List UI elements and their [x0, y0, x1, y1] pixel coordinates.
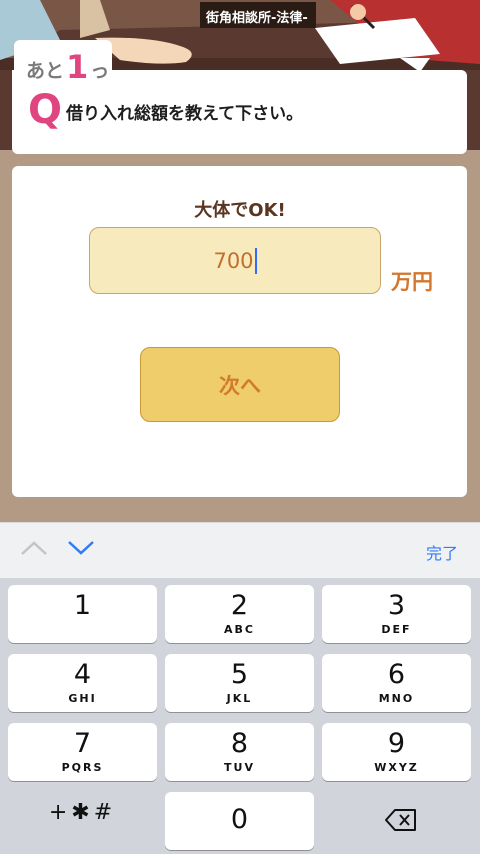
key-3[interactable]: 3 DEF	[322, 585, 471, 643]
done-button[interactable]: 完了	[426, 540, 458, 564]
next-button[interactable]: 次へ	[140, 347, 340, 422]
key-8[interactable]: 8 TUV	[165, 723, 314, 781]
name-plate: 街角相談所-法律-	[206, 11, 308, 26]
key-digit: 7	[73, 728, 92, 759]
chevron-down-icon[interactable]	[67, 538, 95, 558]
key-digit: 0	[230, 804, 249, 835]
key-letters: PQRS	[61, 761, 104, 774]
key-1[interactable]: 1	[8, 585, 157, 643]
remaining-suffix: っ	[90, 60, 110, 82]
key-letters: ABC	[224, 623, 255, 636]
answer-hint: 大体でOK!	[194, 200, 286, 221]
key-digit: 9	[387, 728, 406, 759]
key-digit: 2	[230, 590, 249, 621]
question-text: 借り入れ総額を教えて下さい。	[66, 104, 304, 124]
amount-input[interactable]: 700	[89, 227, 381, 294]
key-digit: 8	[230, 728, 249, 759]
key-9[interactable]: 9 WXYZ	[322, 723, 471, 781]
key-letters: DEF	[381, 623, 412, 636]
q-mark: Q	[28, 87, 63, 133]
key-7[interactable]: 7 PQRS	[8, 723, 157, 781]
key-letters: TUV	[224, 761, 255, 774]
symbols-key[interactable]: +✱#	[8, 800, 157, 825]
key-letters: JKL	[226, 692, 253, 705]
remaining-prefix: あと	[26, 60, 65, 82]
remaining-number: 1	[66, 48, 89, 86]
key-digit: 1	[73, 590, 92, 621]
key-6[interactable]: 6 MNO	[322, 654, 471, 712]
key-digit: 4	[73, 659, 92, 690]
amount-unit: 万円	[391, 270, 433, 294]
key-digit: 5	[230, 659, 249, 690]
text-caret	[254, 247, 257, 274]
key-2[interactable]: 2 ABC	[165, 585, 314, 643]
remaining-counter: あと 1 っ	[26, 50, 109, 84]
amount-value: 700	[213, 248, 254, 273]
key-letters: MNO	[378, 692, 415, 705]
key-digit: 3	[387, 590, 406, 621]
key-letters: GHI	[68, 692, 97, 705]
chevron-up-icon[interactable]	[20, 538, 48, 558]
backspace-icon[interactable]	[385, 808, 417, 832]
key-4[interactable]: 4 GHI	[8, 654, 157, 712]
key-letters: WXYZ	[374, 761, 419, 774]
key-0[interactable]: 0	[165, 792, 314, 850]
key-digit: 6	[387, 659, 406, 690]
key-5[interactable]: 5 JKL	[165, 654, 314, 712]
